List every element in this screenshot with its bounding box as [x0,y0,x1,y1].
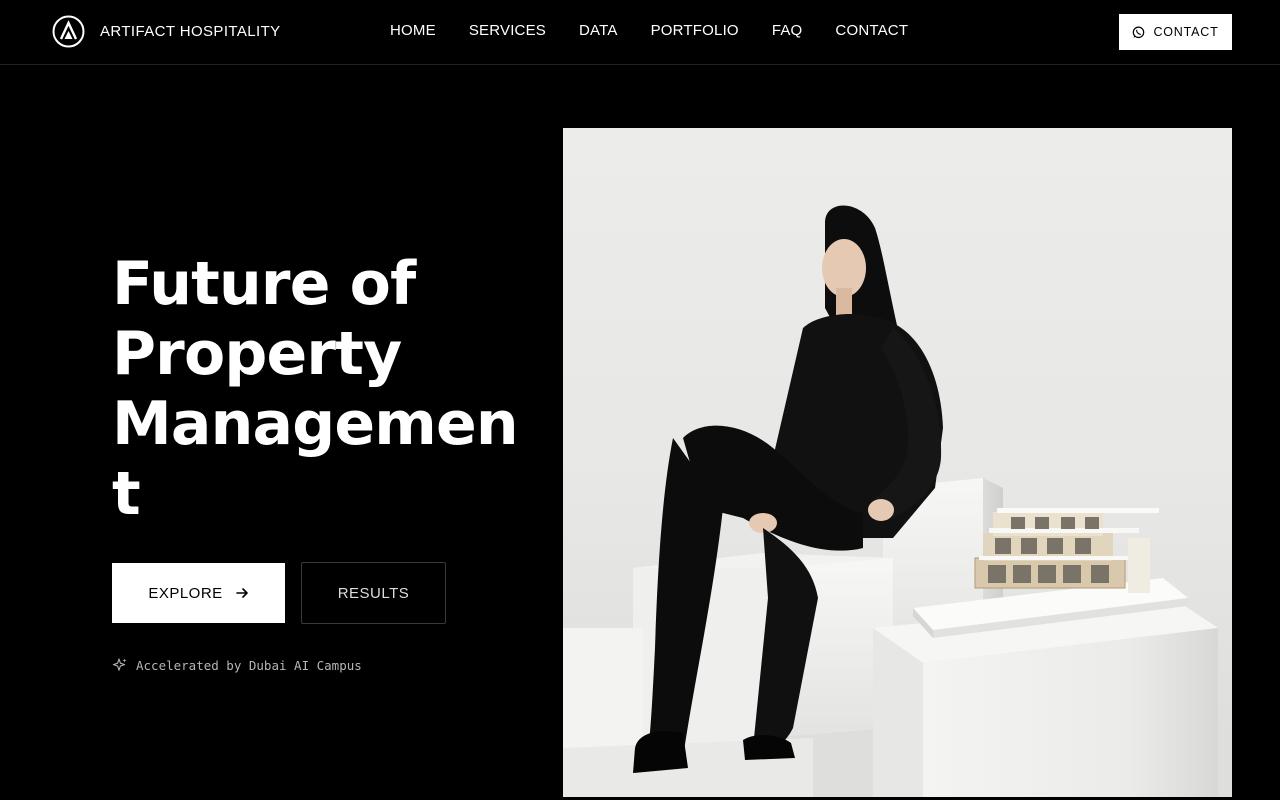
ai-campus-badge: Accelerated by Dubai AI Campus [112,657,362,673]
nav-portfolio[interactable]: PORTFOLIO [651,21,739,41]
results-button[interactable]: RESULTS [301,562,446,624]
sparkle-icon [112,658,127,671]
nav-home[interactable]: HOME [390,21,436,41]
architectural-model [974,508,1159,593]
brand-logo-icon [52,15,85,48]
main-nav: HOME SERVICES DATA PORTFOLIO FAQ CONTACT [390,21,941,41]
whatsapp-icon [1133,26,1145,38]
brand-name: ARTIFACT HOSPITALITY [100,23,281,40]
explore-button-label: EXPLORE [148,584,223,602]
hero-title-line: Managemen [112,389,519,459]
brand-home-link[interactable]: ARTIFACT HOSPITALITY [52,15,281,48]
hero-image [563,128,1232,797]
nav-data[interactable]: DATA [579,21,618,41]
hero-title-line: Future of [112,249,416,319]
nav-faq[interactable]: FAQ [772,21,803,41]
site-header: ARTIFACT HOSPITALITY HOME SERVICES DATA … [0,0,1280,65]
hero-title-line: Property [112,319,402,389]
nav-contact[interactable]: CONTACT [835,21,908,41]
hero-title-line: t [112,459,141,529]
results-button-label: RESULTS [337,584,410,602]
badge-text: Accelerated by Dubai AI Campus [136,657,362,673]
hero-illustration [563,205,1232,797]
contact-button[interactable]: CONTACT [1119,14,1232,50]
nav-services[interactable]: SERVICES [469,21,546,41]
hero-title: Future of Property Managemen t [112,249,532,529]
arrow-right-icon [235,588,248,598]
contact-button-label: CONTACT [1153,25,1219,39]
explore-button[interactable]: EXPLORE [112,563,285,623]
